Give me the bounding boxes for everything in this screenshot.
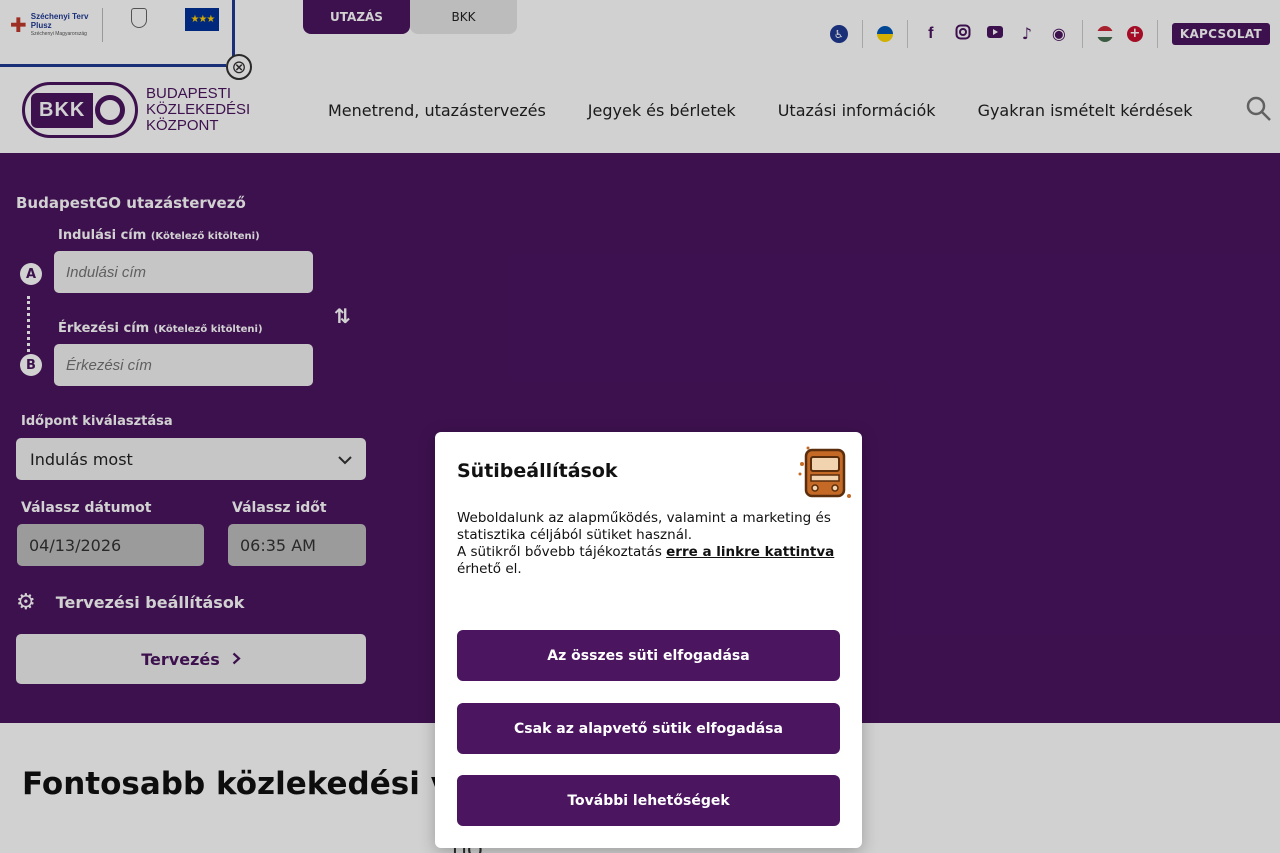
eu-flag-icon: ★★★	[185, 8, 220, 31]
cookie-text-3: érhető el.	[457, 561, 522, 577]
chevron-right-icon	[232, 650, 241, 669]
accept-essential-button[interactable]: Csak az alapvető sütik elfogadása	[457, 703, 840, 754]
cookie-bus-icon	[796, 444, 851, 500]
ukrainian-flag-icon[interactable]	[876, 26, 893, 42]
utility-bar: ♿ f ♪ ◉ + KAPCSOLAT	[829, 20, 1270, 48]
accessibility-icon[interactable]: ♿	[829, 25, 848, 43]
date-label: Válassz dátumot	[21, 500, 152, 516]
nav-item-menetrend[interactable]: Menetrend, utazástervezés	[328, 101, 546, 120]
gear-icon: ⚙	[16, 590, 36, 615]
sponsor-logos: ✚ Széchenyi Terv Plusz Széchenyi Magyaro…	[10, 8, 229, 42]
route-dots	[27, 296, 30, 352]
top-tabs: UTAZÁS BKK	[303, 0, 517, 34]
from-required: (Kötelező kitölteni)	[150, 231, 260, 242]
swap-icon[interactable]: ⇅	[334, 304, 351, 328]
plan-button[interactable]: Tervezés	[16, 634, 366, 684]
from-label: Indulási cím (Kötelező kitölteni)	[58, 228, 260, 243]
youtube-icon[interactable]	[986, 25, 1004, 43]
facebook-icon[interactable]: f	[922, 25, 940, 43]
contact-button[interactable]: KAPCSOLAT	[1171, 23, 1270, 45]
tab-utazas[interactable]: UTAZÁS	[303, 0, 410, 34]
logo-text-line: KÖZLEKEDÉSI	[146, 101, 251, 118]
cookie-info-link[interactable]: erre a linkre kattintva	[666, 544, 834, 560]
route-line-decoration	[0, 64, 226, 67]
to-required: (Kötelező kitölteni)	[153, 324, 263, 335]
more-options-button[interactable]: További lehetőségek	[457, 775, 840, 826]
main-nav: Menetrend, utazástervezés Jegyek és bérl…	[328, 101, 1235, 120]
bkk-logo-badge: BKK	[22, 82, 138, 138]
instagram-icon[interactable]	[954, 24, 972, 44]
bkk-logo[interactable]: BKK BUDAPESTI KÖZLEKEDÉSI KÖZPONT	[22, 82, 250, 138]
divider	[906, 20, 908, 48]
szechenyi-title: Széchenyi Terv	[30, 11, 89, 21]
pin-b-icon: B	[20, 354, 42, 376]
section-title: Fontosabb közlekedési v	[22, 766, 451, 802]
crest-icon	[131, 8, 148, 28]
chevron-down-icon	[338, 450, 352, 469]
settings-label: Tervezési beállítások	[55, 593, 245, 612]
podcast-icon[interactable]: ◉	[1050, 25, 1068, 43]
nav-item-gyik[interactable]: Gyakran ismételt kérdések	[978, 101, 1193, 120]
cookie-text-2: A sütikről bővebb tájékoztatás	[457, 544, 662, 560]
to-label-text: Érkezési cím	[58, 321, 150, 336]
time-field[interactable]: 06:35 AM	[228, 524, 366, 566]
from-input[interactable]	[54, 251, 313, 293]
time-select-value: Indulás most	[30, 449, 133, 469]
planner-settings[interactable]: ⚙ Tervezési beállítások	[16, 590, 244, 615]
logo-text: BUDAPESTI KÖZLEKEDÉSI KÖZPONT	[146, 86, 250, 134]
time-select[interactable]: Indulás most	[16, 438, 366, 480]
divider	[1156, 20, 1158, 48]
divider	[1081, 20, 1083, 48]
divider	[102, 8, 104, 42]
hungarian-government-crest	[117, 8, 161, 42]
logo-abbr: BKK	[31, 92, 94, 128]
search-icon[interactable]	[1246, 96, 1271, 121]
szechenyi-sub: Plusz	[30, 20, 52, 30]
to-input[interactable]	[54, 344, 313, 386]
accept-all-button[interactable]: Az összes süti elfogadása	[457, 630, 840, 681]
site-header: ✚ Széchenyi Terv Plusz Széchenyi Magyaro…	[0, 0, 1280, 153]
hungarian-flag-icon[interactable]	[1096, 26, 1113, 42]
plan-button-label: Tervezés	[141, 649, 220, 669]
time-label: Időpont kiválasztása	[21, 414, 173, 429]
nav-item-utazasi-informaciok[interactable]: Utazási információk	[778, 101, 936, 120]
tab-bkk[interactable]: BKK	[410, 0, 517, 34]
cookie-text-1: Weboldalunk az alapműködés, valamint a m…	[457, 510, 831, 543]
route-line-decoration	[232, 0, 235, 58]
clock-label: Válassz időt	[232, 500, 327, 516]
date-field[interactable]: 04/13/2026	[17, 524, 204, 566]
cookie-modal: Sütibeállítások Weboldalunk az alapműköd…	[435, 432, 862, 848]
to-label: Érkezési cím (Kötelező kitölteni)	[58, 321, 263, 336]
tiktok-icon[interactable]: ♪	[1018, 25, 1036, 43]
nav-item-jegyek[interactable]: Jegyek és bérletek	[588, 101, 736, 120]
english-flag-icon[interactable]: +	[1126, 26, 1143, 42]
logo-text-line: KÖZPONT	[146, 117, 219, 134]
planner-title: BudapestGO utazástervező	[16, 194, 246, 212]
szechenyi-cross-icon: ✚	[10, 13, 27, 37]
journey-planner: BudapestGO utazástervező Indulási cím (K…	[0, 170, 388, 706]
szechenyi-logo[interactable]: ✚ Széchenyi Terv Plusz Széchenyi Magyaro…	[10, 12, 88, 39]
cookie-modal-title: Sütibeállítások	[457, 460, 618, 482]
logo-ring	[95, 95, 126, 125]
divider	[861, 20, 863, 48]
pin-a-icon: A	[20, 263, 42, 285]
szechenyi-small: Széchenyi Magyarország	[30, 30, 87, 37]
close-icon: ⊗	[226, 54, 252, 80]
cookie-modal-text: Weboldalunk az alapműködés, valamint a m…	[457, 510, 847, 578]
eu-logo: ★★★	[175, 8, 229, 42]
logo-text-line: BUDAPESTI	[146, 85, 232, 102]
from-label-text: Indulási cím	[58, 228, 147, 243]
